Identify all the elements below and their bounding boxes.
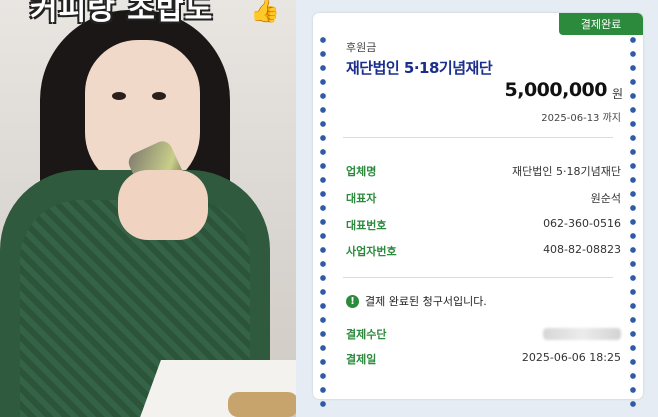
detail-row-company: 업체명 재단법인 5·18기념재단 [346,163,621,181]
invoice-deadline: 2025-06-13 까지 [541,113,621,124]
payment-key: 결제일 [346,353,377,366]
person-eye-right [152,92,166,100]
invoice-organization: 재단법인 5·18기념재단 [346,59,493,77]
photo-caption: 커피랑 초밥도 [30,0,214,27]
payment-key: 결제수단 [346,328,387,341]
blurred-payment-method [543,328,621,340]
divider [343,277,613,278]
ticket-perforation-left [320,33,326,413]
detail-value: 재단법인 5·18기념재단 [512,165,621,178]
detail-value: 원순석 [590,192,621,205]
detail-row-representative: 대표자 원순석 [346,190,621,208]
payment-row-method: 결제수단 [346,326,621,344]
payment-complete-notice: ! 결제 완료된 청구서입니다. [346,293,487,309]
detail-value: 408-82-08823 [543,243,621,256]
detail-key: 사업자번호 [346,245,397,258]
invoice-amount: 5,000,000 [504,79,608,101]
thumbs-up-icon: 👍 [250,0,280,24]
detail-key: 대표자 [346,192,377,205]
detail-key: 대표번호 [346,219,387,232]
invoice-card: 결제완료 후원금 재단법인 5·18기념재단 5,000,000 원 2025-… [313,13,643,413]
invoice-amount-unit: 원 [611,87,623,101]
photo-panel: 커피랑 초밥도 👍 [0,0,296,417]
person-eye-left [112,92,126,100]
detail-row-phone: 대표번호 062-360-0516 [346,217,621,235]
detail-value: 062-360-0516 [543,217,621,230]
status-badge: 결제완료 [559,13,643,35]
person-hands [118,170,208,240]
payment-date: 2025-06-06 18:25 [521,351,621,364]
divider [343,137,613,138]
detail-row-business-number: 사업자번호 408-82-08823 [346,243,621,261]
payment-row-date: 결제일 2025-06-06 18:25 [346,351,621,369]
ticket-perforation-right [630,33,636,413]
invoice-type-label: 후원금 [346,41,377,54]
food-plate [228,392,296,417]
alert-icon: ! [346,294,359,308]
detail-key: 업체명 [346,165,377,178]
notice-text: 결제 완료된 청구서입니다. [365,295,487,308]
